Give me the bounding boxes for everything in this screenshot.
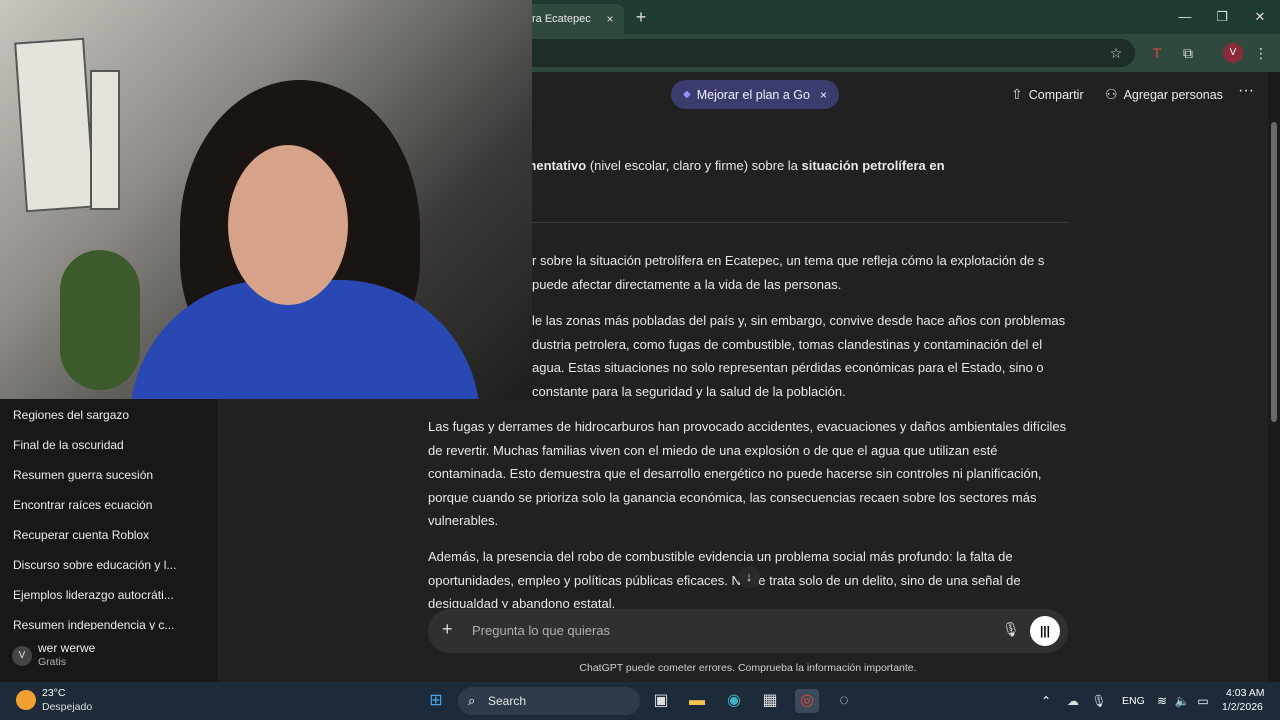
user-avatar: V [12,646,32,666]
battery-icon[interactable]: ▭ [1191,689,1215,713]
user-plan: Gratis [38,656,67,668]
wall-poster [14,37,96,213]
sidebar-item[interactable]: Resumen guerra sucesión [13,468,203,482]
user-account-row[interactable]: V wer werwe Gratis [0,636,218,676]
weather-desc[interactable]: Despejado [42,701,92,713]
task-view-icon[interactable]: ▣ [649,689,673,713]
response-paragraph: r sobre la situación petrolífera en Ecat… [532,253,1045,292]
tab-title: ra Ecatepec [532,13,591,25]
new-tab-button[interactable]: + [630,7,652,29]
microphone-tray-icon[interactable]: 🎙 [1087,689,1111,713]
tab-close-icon[interactable]: × [602,12,618,26]
plant [60,250,140,390]
tray-overflow-icon[interactable]: ⌃ [1034,689,1058,713]
upgrade-close-icon[interactable]: × [820,88,827,102]
minimize-button[interactable]: — [1170,6,1200,28]
browser-menu-icon[interactable]: ⋮ [1250,42,1272,64]
upgrade-label: Mejorar el plan a Go [696,87,810,102]
start-windows-icon[interactable]: ⊞ [424,689,448,713]
sidebar-item[interactable]: Final de la oscuridad [13,438,203,452]
upgrade-plan-button[interactable]: ◆ Mejorar el plan a Go × [671,80,839,109]
disclaimer: ChatGPT puede cometer errores. Comprueba… [579,662,917,674]
weather-temp[interactable]: 23°C [42,687,65,699]
user-name: wer werwe [38,641,96,655]
clock-time[interactable]: 4:03 AM [1226,687,1265,699]
taskbar-search[interactable]: ⌕ Search [458,687,640,715]
person-face [228,145,348,305]
sidebar-item[interactable]: Regiones del sargazo [13,408,203,422]
share-label: Compartir [1028,87,1084,102]
more-options-button[interactable]: ··· [1238,82,1254,100]
search-label: Search [488,694,527,708]
microphone-icon[interactable]: 🎙 [1002,621,1020,638]
search-icon: ⌕ [468,693,476,708]
close-window-button[interactable]: ✕ [1245,6,1275,28]
sidebar-item[interactable]: Encontrar raíces ecuación [13,498,203,512]
address-bar[interactable]: ☆ [520,39,1135,67]
edge-icon[interactable]: ◉ [722,689,746,713]
share-icon: ⇧ [1011,86,1023,102]
clock-date[interactable]: 1/2/2026 [1222,701,1263,713]
add-people-label: Agregar personas [1123,87,1223,102]
cloud-icon[interactable]: ☁ [1061,689,1085,713]
composer[interactable]: + Pregunta lo que quieras 🎙 ||| [428,609,1068,653]
webcam-overlay [0,0,532,399]
app-icon[interactable]: ◌ [832,689,856,713]
voice-mode-button[interactable]: ||| [1030,616,1060,646]
chrome-icon[interactable]: ◎ [795,689,819,713]
screen: ra Ecatepec × + — ❐ ✕ ☆ T ⧉ V ⋮ Regiones… [0,0,1280,720]
diamond-icon: ◆ [683,89,691,100]
file-explorer-icon[interactable]: ▬ [685,689,709,713]
scrollbar[interactable] [1268,72,1280,682]
browser-tab[interactable]: ra Ecatepec × [520,4,624,34]
add-people-button[interactable]: ⚇ Agregar personas [1105,86,1223,103]
share-button[interactable]: ⇧ Compartir [1011,86,1084,103]
maximize-button[interactable]: ❐ [1207,6,1237,28]
extension-icon[interactable]: T [1146,42,1168,64]
add-attachment-icon[interactable]: + [442,619,453,640]
profile-avatar[interactable]: V [1223,43,1243,63]
response-paragraph: le las zonas más pobladas del país y, si… [532,313,1066,399]
wall-poster [90,70,120,210]
sidebar-item[interactable]: Resumen independencia y c... [13,618,203,630]
bookmark-star-icon[interactable]: ☆ [1105,42,1127,64]
response-paragraph: Las fugas y derrames de hidrocarburos ha… [428,419,1067,528]
extensions-puzzle-icon[interactable]: ⧉ [1177,42,1199,64]
scroll-down-button[interactable]: ↓ [738,566,760,588]
language-indicator[interactable]: ENG [1122,695,1145,707]
taskbar: 23°C Despejado ⊞ ⌕ Search ▣ ▬ ◉ ▦ ◎ ◌ ⌃ … [0,682,1280,720]
composer-input[interactable]: Pregunta lo que quieras [472,623,610,638]
store-icon[interactable]: ▦ [758,689,782,713]
user-message-mid: (nivel escolar, claro y firme) sobre la [586,158,802,173]
weather-icon[interactable] [16,690,36,710]
sidebar-item[interactable]: Discurso sobre educación y l... [13,558,203,572]
user-message-bold-2: situación petrolífera en [801,158,945,173]
scrollbar-thumb[interactable] [1271,122,1277,422]
sidebar-item[interactable]: Recuperar cuenta Roblox [13,528,203,542]
sidebar-item[interactable]: Ejemplos liderazgo autocráti... [13,588,203,602]
add-person-icon: ⚇ [1105,86,1118,102]
